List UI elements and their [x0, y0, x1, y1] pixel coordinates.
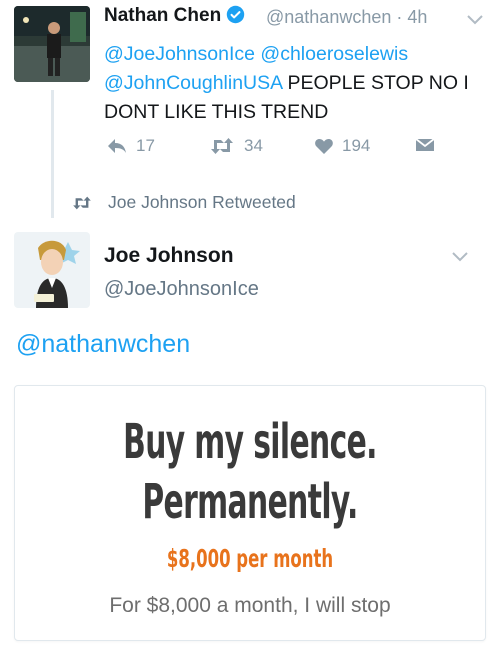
retweet-context-label: Joe Johnson Retweeted: [108, 192, 296, 212]
like-button[interactable]: 194: [314, 136, 370, 156]
tweet-time[interactable]: 4h: [407, 7, 427, 27]
chevron-down-icon[interactable]: [451, 251, 469, 263]
tweet-actions: 17 34 194: [104, 136, 444, 162]
card-price: $8,000 per month: [166, 544, 334, 573]
like-icon: [315, 139, 333, 154]
retweeted-author-name[interactable]: Joe Johnson: [104, 244, 234, 268]
mention-chloeroselewis[interactable]: @chloeroselewis: [260, 43, 408, 65]
retweeted-tweet-mention[interactable]: @nathanwchen: [16, 330, 190, 359]
reply-button[interactable]: 17: [106, 136, 155, 156]
retweet-context[interactable]: Joe Johnson Retweeted: [70, 192, 296, 213]
dm-icon: [415, 138, 435, 151]
author-name[interactable]: Nathan Chen: [104, 5, 245, 27]
card-headline-2: Permanently.: [142, 474, 358, 530]
retweeted-author-handle[interactable]: @JoeJohnsonIce: [104, 278, 259, 301]
retweet-button[interactable]: 34: [208, 136, 263, 156]
chevron-down-icon[interactable]: [466, 14, 484, 26]
mention-joejohnsonice[interactable]: @JoeJohnsonIce: [104, 43, 255, 65]
tweet-text: @JoeJohnsonIce @chloeroselewis @JohnCoug…: [104, 40, 484, 127]
direct-message-button[interactable]: [414, 136, 444, 154]
separator-dot: ·: [396, 7, 403, 27]
avatar-nathan-chen[interactable]: [14, 6, 90, 82]
card-headline-1: Buy my silence.: [123, 414, 377, 470]
retweeted-icon: [73, 196, 91, 209]
author-name-text: Nathan Chen: [104, 5, 222, 26]
like-count: 194: [342, 136, 371, 155]
thread-line: [51, 90, 54, 218]
verified-badge-icon: [226, 5, 245, 24]
retweet-count: 34: [244, 136, 263, 155]
card-caption: For $8,000 a month, I will stop: [109, 594, 391, 617]
author-handle[interactable]: @nathanwchen: [266, 7, 391, 27]
avatar-joe-johnson[interactable]: [14, 232, 90, 308]
reply-count: 17: [136, 136, 155, 155]
link-card[interactable]: Buy my silence. Permanently. $8,000 per …: [14, 385, 486, 641]
handle-and-time: @nathanwchen · 4h: [266, 7, 427, 28]
reply-icon: [108, 139, 126, 153]
mention-johncoughlinusa[interactable]: @JohnCoughlinUSA: [104, 72, 282, 94]
retweet-icon: [211, 138, 233, 154]
